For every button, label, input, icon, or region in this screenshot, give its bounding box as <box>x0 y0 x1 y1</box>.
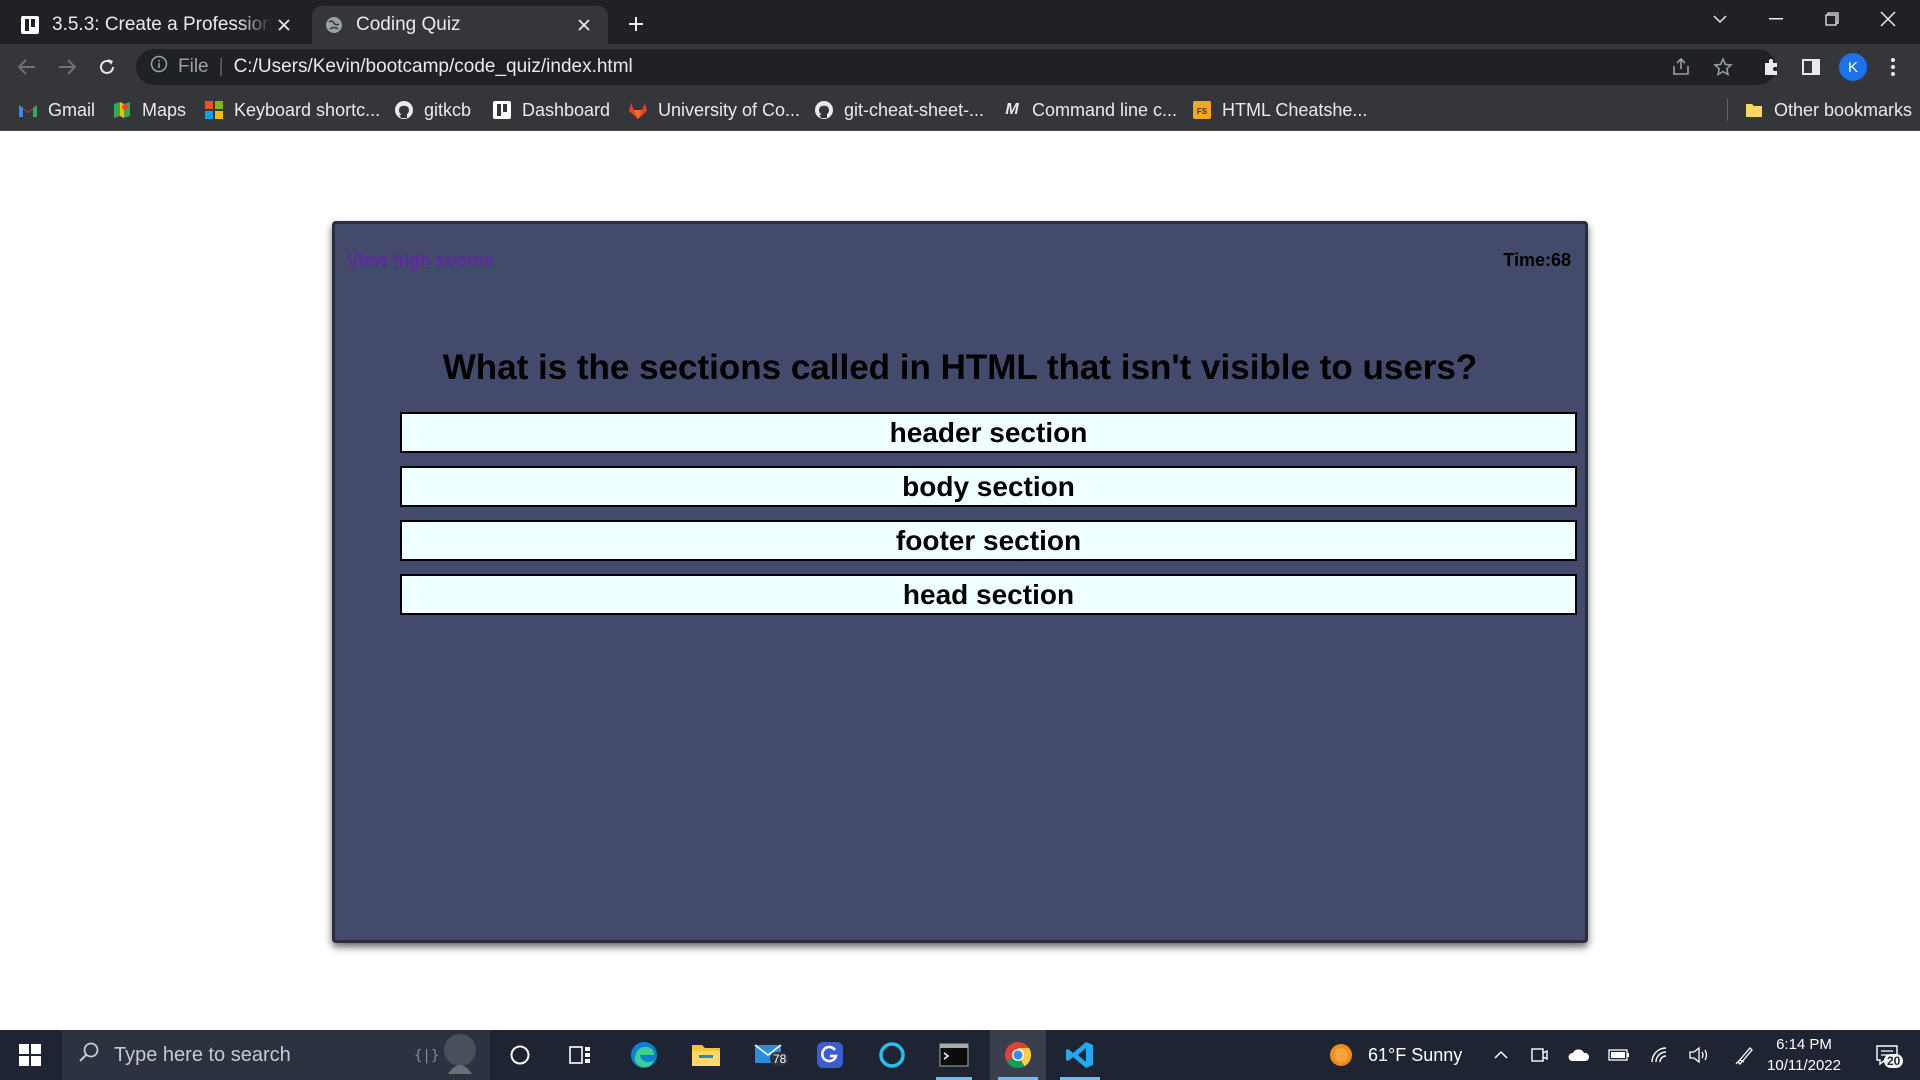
question-text: What is the sections called in HTML that… <box>442 348 1478 387</box>
side-panel-icon[interactable] <box>1796 52 1826 82</box>
url-separator: | <box>218 56 224 77</box>
tab-coding-quiz[interactable]: Coding Quiz <box>312 6 608 44</box>
info-icon[interactable] <box>150 55 168 79</box>
tab-strip: 3.5.3: Create a Professional P Coding Qu… <box>0 0 1920 44</box>
minimize-icon[interactable] <box>1748 0 1804 38</box>
github-icon <box>394 100 414 120</box>
search-highlight-icon: {|} <box>408 1030 482 1080</box>
bookmark-dashboard[interactable]: Dashboard <box>492 97 610 123</box>
sun-icon <box>1330 1044 1352 1066</box>
taskbar-search[interactable]: Type here to search {|} <box>62 1030 490 1080</box>
microsoft-icon <box>204 100 224 120</box>
volume-icon[interactable] <box>1684 1030 1714 1080</box>
browser-toolbar: File | C:/Users/Kevin/bootcamp/code_quiz… <box>0 44 1920 89</box>
answer-button[interactable]: header section <box>400 412 1577 453</box>
tab-search-icon[interactable] <box>1692 0 1748 38</box>
bookmark-other-bookmarks[interactable]: Other bookmarks <box>1744 97 1912 123</box>
answer-button[interactable]: body section <box>400 466 1577 507</box>
restore-icon[interactable] <box>1804 0 1860 38</box>
reload-icon[interactable] <box>92 52 122 82</box>
bookmark-keyboard-shortcuts[interactable]: Keyboard shortc... <box>204 97 380 123</box>
maps-icon <box>112 100 132 120</box>
bootcamp-icon <box>20 15 40 35</box>
page-content: View high scores Time:68 What is the sec… <box>0 131 1920 1030</box>
windows-start-icon[interactable] <box>0 1030 60 1080</box>
share-icon[interactable] <box>1666 52 1696 82</box>
forward-arrow-icon[interactable] <box>52 52 82 82</box>
task-view-icon[interactable] <box>560 1030 600 1080</box>
answer-list: header section body section footer secti… <box>400 412 1577 628</box>
answer-button[interactable]: footer section <box>400 520 1577 561</box>
taskbar: Type here to search {|} 78 61°F Sunny 6:… <box>0 1030 1920 1080</box>
pen-icon[interactable] <box>1730 1030 1760 1080</box>
bookmark-maps[interactable]: Maps <box>112 97 186 123</box>
close-tab-icon[interactable] <box>572 13 596 37</box>
gitlab-icon <box>628 100 648 120</box>
clock[interactable]: 6:14 PM 10/11/2022 <box>1762 1034 1846 1076</box>
fs-icon: FS <box>1192 100 1212 120</box>
mail-icon[interactable]: 78 <box>744 1030 796 1080</box>
url-text[interactable]: C:/Users/Kevin/bootcamp/code_quiz/index.… <box>234 56 633 78</box>
search-placeholder: Type here to search <box>114 1043 291 1066</box>
close-window-icon[interactable] <box>1860 0 1916 38</box>
tab-title: 3.5.3: Create a Professional P <box>52 14 272 35</box>
url-scheme: File <box>178 56 209 77</box>
bookmark-star-icon[interactable] <box>1708 52 1738 82</box>
answer-button[interactable]: head section <box>400 574 1577 615</box>
close-tab-icon[interactable] <box>272 13 296 37</box>
terminal-icon[interactable] <box>928 1030 980 1080</box>
bookmark-gitkcb[interactable]: gitkcb <box>394 97 471 123</box>
bookmark-html-cheatsheet[interactable]: FS HTML Cheatshe... <box>1192 97 1367 123</box>
globe-icon <box>324 15 344 35</box>
clock-date: 10/11/2022 <box>1767 1057 1841 1074</box>
onedrive-icon[interactable] <box>1564 1030 1594 1080</box>
cortana-ring-icon[interactable] <box>870 1030 914 1080</box>
vscode-icon[interactable] <box>1052 1030 1108 1080</box>
svg-text:FS: FS <box>1197 107 1208 116</box>
view-high-scores-link[interactable]: View high scores <box>347 250 494 271</box>
meet-now-icon[interactable] <box>1524 1030 1554 1080</box>
notification-badge: 20 <box>1884 1054 1904 1068</box>
mail-badge: 78 <box>770 1052 790 1066</box>
chevron-up-icon[interactable] <box>1486 1030 1516 1080</box>
file-explorer-icon[interactable] <box>684 1030 728 1080</box>
new-tab-button[interactable] <box>622 10 650 38</box>
battery-icon[interactable] <box>1604 1030 1634 1080</box>
timer: Time:68 <box>1503 250 1571 270</box>
edge-icon[interactable] <box>622 1030 666 1080</box>
search-icon <box>78 1041 100 1069</box>
bookmarks-divider <box>1727 99 1728 121</box>
back-arrow-icon[interactable] <box>12 52 42 82</box>
bookmark-git-cheat-sheet[interactable]: git-cheat-sheet-... <box>814 97 984 123</box>
medium-icon: M <box>1005 101 1019 118</box>
svg-text:{|}: {|} <box>414 1048 439 1064</box>
grammarly-icon[interactable] <box>808 1030 852 1080</box>
wifi-icon[interactable] <box>1646 1030 1676 1080</box>
bootcamp-icon <box>492 100 512 120</box>
menu-kebab-icon[interactable] <box>1878 52 1908 82</box>
github-icon <box>814 100 834 120</box>
tab-title: Coding Quiz <box>356 14 461 35</box>
bookmark-command-line[interactable]: M Command line c... <box>1002 97 1177 123</box>
bookmark-university[interactable]: University of Co... <box>628 97 800 123</box>
chrome-icon[interactable] <box>990 1030 1046 1080</box>
quiz-card: View high scores Time:68 What is the sec… <box>332 221 1588 943</box>
extensions-icon[interactable] <box>1756 52 1786 82</box>
gmail-icon <box>18 100 38 120</box>
profile-avatar[interactable]: K <box>1838 52 1868 82</box>
weather-widget[interactable]: 61°F Sunny <box>1328 1030 1478 1080</box>
bookmarks-bar: Gmail Maps Keyboard shortc... gitkcb Das… <box>0 89 1920 131</box>
cortana-icon[interactable] <box>500 1030 540 1080</box>
clock-time: 6:14 PM <box>1776 1036 1832 1053</box>
bookmark-gmail[interactable]: Gmail <box>18 97 95 123</box>
notification-center-icon[interactable]: 20 <box>1862 1030 1912 1080</box>
tab-bootcamp[interactable]: 3.5.3: Create a Professional P <box>8 6 308 44</box>
folder-icon <box>1744 100 1764 120</box>
address-bar[interactable]: File | C:/Users/Kevin/bootcamp/code_quiz… <box>136 49 1776 85</box>
